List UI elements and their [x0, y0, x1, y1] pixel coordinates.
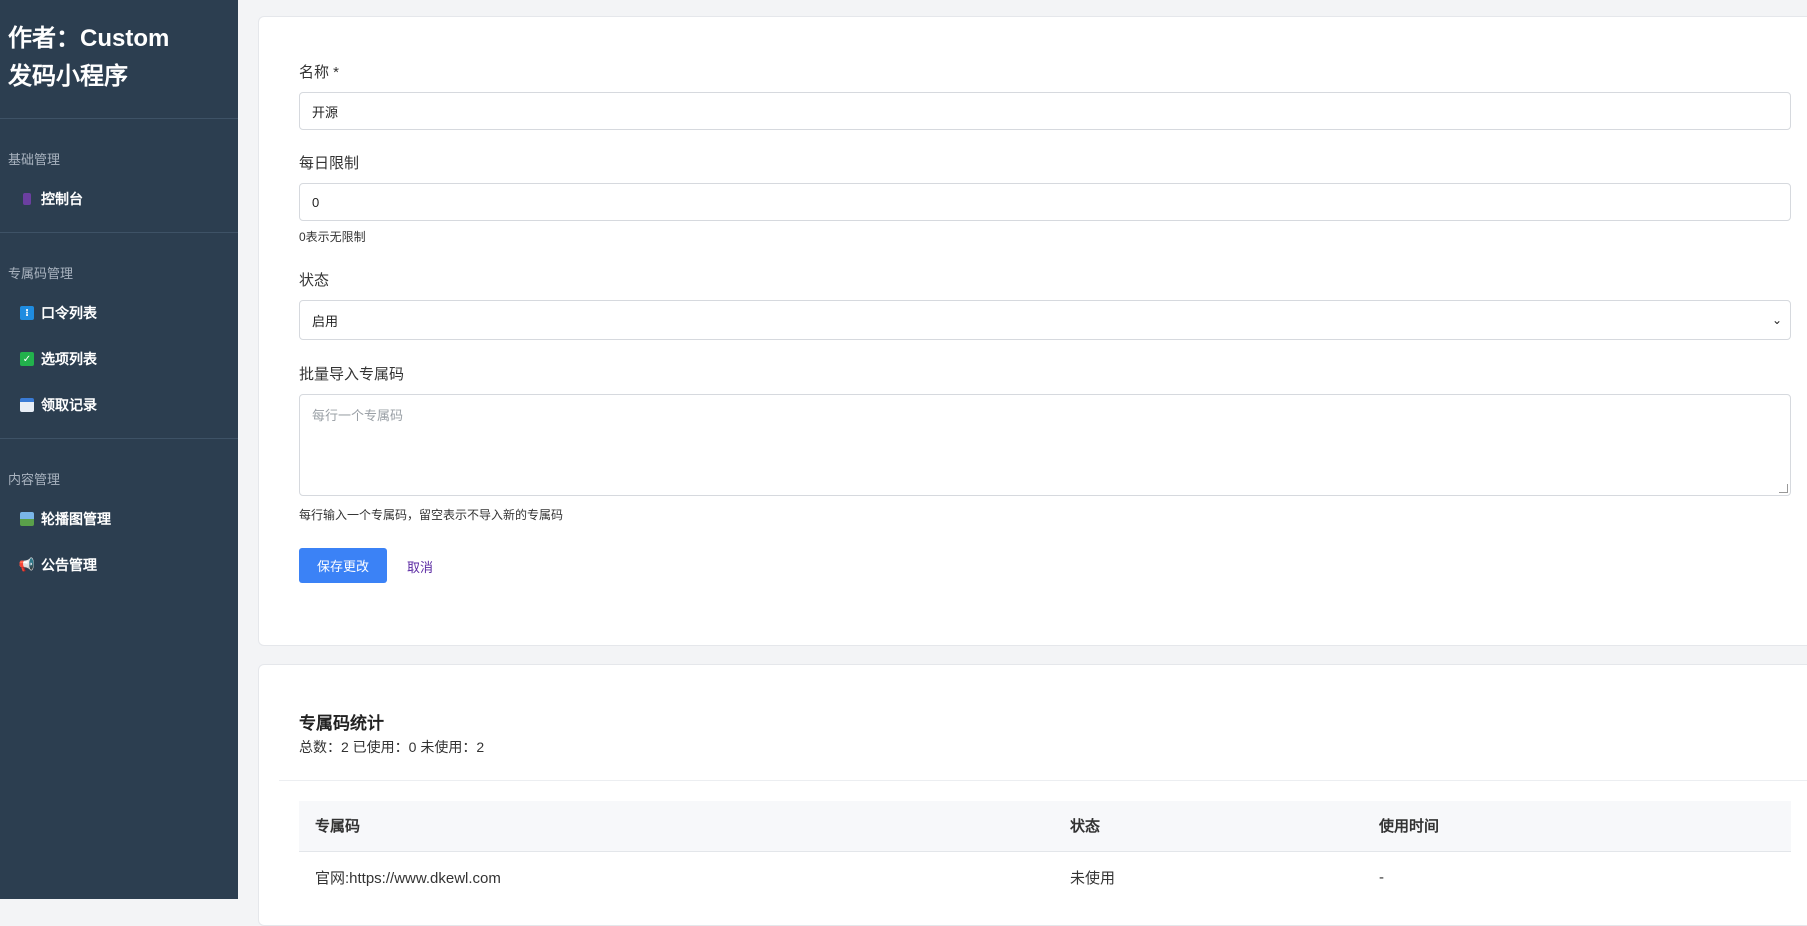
sidebar: 作者：Custom 发码小程序 基础管理 控制台 专属码管理 ⁝ 口令列表 ✓ … — [0, 0, 238, 899]
nav-section-title: 内容管理 — [8, 472, 61, 487]
nav-section-content: 内容管理 轮播图管理 📢 公告管理 — [0, 439, 238, 598]
daily-limit-input[interactable] — [299, 183, 1791, 221]
import-label: 批量导入专属码 — [299, 366, 405, 383]
daily-limit-help: 0表示无限制 — [299, 230, 366, 244]
stats-summary: 总数：2 已使用：0 未使用：2 — [299, 739, 485, 755]
import-field-group: 批量导入专属码 每行一个专属码 每行输入一个专属码，留空表示不导入新的专属码 — [299, 363, 1791, 523]
name-field-group: 名称 * — [299, 61, 1791, 130]
sidebar-item-claim-records[interactable]: 领取记录 — [0, 382, 238, 428]
sidebar-item-label: 领取记录 — [41, 397, 97, 413]
sidebar-item-announcements[interactable]: 📢 公告管理 — [0, 542, 238, 588]
sidebar-item-label: 控制台 — [41, 191, 83, 207]
sidebar-item-label: 轮播图管理 — [41, 511, 111, 527]
sidebar-item-carousel[interactable]: 轮播图管理 — [0, 496, 238, 542]
daily-limit-field-group: 每日限制 0表示无限制 — [299, 152, 1791, 245]
import-help: 每行输入一个专属码，留空表示不导入新的专属码 — [299, 508, 564, 522]
image-icon — [20, 512, 34, 526]
import-textarea[interactable]: 每行一个专属码 — [299, 394, 1791, 496]
column-header-status: 状态 — [1070, 818, 1101, 836]
save-button[interactable]: 保存更改 — [299, 548, 387, 583]
check-icon: ✓ — [20, 352, 34, 366]
cell-code: 官网:https://www.dkewl.com — [315, 869, 501, 887]
nav-section-basic: 基础管理 控制台 — [0, 119, 238, 233]
brand-author: 作者：Custom — [8, 25, 170, 52]
table-header-row: 专属码 状态 使用时间 — [299, 801, 1791, 851]
cell-used-time: - — [1379, 868, 1384, 886]
chevron-down-icon: ⌄ — [1771, 313, 1782, 327]
nav-section-title: 专属码管理 — [8, 266, 74, 281]
status-field-group: 状态 启用 ⌄ — [299, 269, 1791, 340]
calendar-icon — [20, 398, 34, 412]
column-header-used-time: 使用时间 — [1379, 818, 1440, 836]
nav-section-codes: 专属码管理 ⁝ 口令列表 ✓ 选项列表 领取记录 — [0, 233, 238, 439]
daily-limit-label: 每日限制 — [299, 155, 360, 172]
table-row: 官网:https://www.dkewl.com 未使用 - — [299, 851, 1791, 903]
sidebar-item-label: 选项列表 — [41, 351, 97, 367]
cancel-link[interactable]: 取消 — [407, 557, 433, 576]
cell-status: 未使用 — [1070, 869, 1116, 887]
sidebar-item-command-list[interactable]: ⁝ 口令列表 — [0, 290, 238, 336]
brand-app-name: 发码小程序 — [8, 63, 128, 90]
column-header-code: 专属码 — [315, 818, 361, 836]
divider — [279, 780, 1807, 781]
list-icon: ⁝ — [20, 306, 34, 320]
sidebar-item-label: 口令列表 — [41, 305, 97, 321]
status-selected-value: 启用 — [312, 313, 339, 329]
codes-table: 专属码 状态 使用时间 官网:https://www.dkewl.com 未使用… — [299, 801, 1791, 903]
status-select[interactable]: 启用 ⌄ — [299, 300, 1791, 340]
sidebar-item-label: 公告管理 — [41, 557, 97, 573]
megaphone-icon: 📢 — [18, 557, 36, 572]
sidebar-item-dashboard[interactable]: 控制台 — [0, 176, 238, 222]
name-label: 名称 * — [299, 64, 340, 81]
stats-title: 专属码统计 — [299, 714, 384, 733]
sidebar-item-option-list[interactable]: ✓ 选项列表 — [0, 336, 238, 382]
edit-form-card: 名称 * 每日限制 0表示无限制 状态 启用 ⌄ 批量导入专属码 每行一个专属码… — [258, 16, 1807, 646]
resize-handle-icon[interactable] — [1779, 484, 1788, 493]
name-input[interactable] — [299, 92, 1791, 130]
status-label: 状态 — [299, 272, 330, 289]
nav-section-title: 基础管理 — [8, 152, 61, 167]
dashboard-icon — [23, 193, 31, 205]
import-placeholder: 每行一个专属码 — [312, 408, 404, 423]
brand-title: 作者：Custom 发码小程序 — [0, 0, 238, 119]
code-stats-card: 专属码统计 总数：2 已使用：0 未使用：2 专属码 状态 使用时间 官网:ht… — [258, 664, 1807, 926]
